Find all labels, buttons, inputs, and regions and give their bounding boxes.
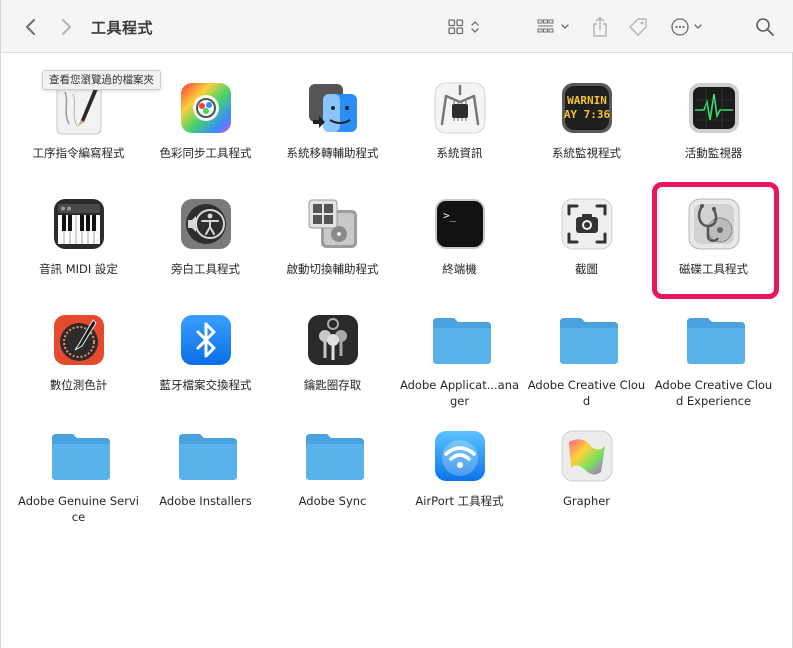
- path-tooltip: 查看您瀏覽過的檔案夾: [42, 70, 161, 90]
- finder-window: 工具程式 查看您瀏覽過的檔案夾 工序指令編寫程式 色彩同步工具程式 系統移轉輔助…: [0, 0, 793, 648]
- item-label: 旁白工具程式: [171, 262, 240, 276]
- folder-item-adobe-genuine-service[interactable]: Adobe Genuine Service: [15, 426, 142, 542]
- grapher-icon: [559, 428, 615, 484]
- migration-assistant-icon: [305, 80, 361, 136]
- app-item-keychain-access[interactable]: 鑰匙圈存取: [269, 310, 396, 426]
- digital-color-meter-icon: [51, 312, 107, 368]
- tag-button[interactable]: [626, 14, 650, 40]
- item-label: 啟動切換輔助程式: [286, 262, 379, 276]
- app-item-console[interactable]: WARNIN AY 7:36 系統監視程式: [523, 78, 650, 194]
- app-item-system-information[interactable]: 系統資訊: [396, 78, 523, 194]
- app-item-migration-assistant[interactable]: 系統移轉輔助程式: [269, 78, 396, 194]
- system-information-icon: [432, 80, 488, 136]
- app-item-voiceover[interactable]: 旁白工具程式: [142, 194, 269, 310]
- folder-item-adobe-creative-cloud-experience[interactable]: Adobe Creative Cloud Experience: [650, 310, 777, 426]
- app-item-screenshot[interactable]: 截圖: [523, 194, 650, 310]
- item-label: 數位測色計: [49, 378, 108, 392]
- grid-view-icon: [448, 19, 479, 35]
- item-label: 系統移轉輔助程式: [286, 146, 379, 160]
- audio-midi-icon: [51, 196, 107, 252]
- share-icon: [593, 16, 607, 37]
- window-title: 工具程式: [91, 19, 154, 37]
- folder-item-adobe-creative-cloud[interactable]: Adobe Creative Cloud: [523, 310, 650, 426]
- console-screen-line-2: AY 7:36: [563, 108, 610, 121]
- voiceover-icon: [178, 196, 234, 252]
- item-label: 音訊 MIDI 設定: [39, 262, 118, 276]
- highlight-box: [652, 182, 779, 299]
- back-button[interactable]: [21, 14, 41, 40]
- item-label: Adobe Genuine Service: [18, 494, 139, 524]
- keychain-icon: [305, 312, 361, 368]
- item-label: 藍牙檔案交換程式: [159, 378, 252, 392]
- colorsync-icon: [178, 80, 234, 136]
- item-label: 鑰匙圈存取: [303, 378, 362, 392]
- app-item-activity-monitor[interactable]: 活動監視器: [650, 78, 777, 194]
- app-item-audio-midi[interactable]: 音訊 MIDI 設定: [15, 194, 142, 310]
- app-item-bluetooth-file-exchange[interactable]: 藍牙檔案交換程式: [142, 310, 269, 426]
- item-label: Adobe Sync: [298, 494, 367, 508]
- terminal-prompt-text: >_: [443, 209, 457, 222]
- item-label: Adobe Installers: [159, 494, 252, 508]
- screenshot-icon: [559, 196, 615, 252]
- folder-item-adobe-application-manager[interactable]: Adobe Applicat...anager: [396, 310, 523, 426]
- app-item-script-editor[interactable]: 工序指令編寫程式: [15, 78, 142, 194]
- item-label: 系統資訊: [436, 146, 483, 160]
- folder-icon: [559, 312, 618, 368]
- folder-item-adobe-sync[interactable]: Adobe Sync: [269, 426, 396, 542]
- toolbar: 工具程式: [1, 0, 793, 53]
- folder-icon: [432, 312, 491, 368]
- app-item-terminal[interactable]: >_ 終端機: [396, 194, 523, 310]
- folder-icon: [305, 428, 364, 484]
- terminal-icon: >_: [432, 196, 488, 252]
- folder-icon: [178, 428, 237, 484]
- item-label: 終端機: [442, 262, 477, 276]
- app-item-colorsync[interactable]: 色彩同步工具程式: [142, 78, 269, 194]
- chevron-left-icon: [26, 19, 35, 35]
- item-label: Adobe Creative Cloud Experience: [654, 378, 773, 408]
- ellipsis-circle-icon: [671, 18, 702, 36]
- chevron-right-icon: [62, 19, 71, 35]
- item-label: 工序指令編寫程式: [32, 146, 125, 160]
- tag-icon: [629, 18, 647, 36]
- bluetooth-icon: [178, 312, 234, 368]
- app-item-digital-color-meter[interactable]: 數位測色計: [15, 310, 142, 426]
- item-label: Adobe Applicat...anager: [399, 378, 520, 408]
- console-screen-line-1: WARNIN: [567, 94, 607, 107]
- share-button[interactable]: [589, 14, 611, 40]
- folder-item-adobe-installers[interactable]: Adobe Installers: [142, 426, 269, 542]
- console-icon: WARNIN AY 7:36: [559, 80, 615, 136]
- item-label: 色彩同步工具程式: [159, 146, 252, 160]
- search-button[interactable]: [753, 14, 777, 40]
- app-item-boot-camp[interactable]: 啟動切換輔助程式: [269, 194, 396, 310]
- folder-icon: [686, 312, 745, 368]
- item-label: Grapher: [562, 494, 611, 508]
- group-by-button[interactable]: [534, 14, 574, 40]
- search-icon: [756, 18, 774, 36]
- item-label: 活動監視器: [684, 146, 743, 160]
- forward-button[interactable]: [56, 14, 76, 40]
- action-menu-button[interactable]: [667, 14, 707, 40]
- folder-icon: [51, 428, 110, 484]
- group-by-icon: [537, 19, 569, 33]
- boot-camp-icon: [305, 196, 361, 252]
- airport-icon: [432, 428, 488, 484]
- item-label: AirPort 工具程式: [415, 494, 504, 508]
- item-label: 截圖: [575, 262, 598, 276]
- item-label: Adobe Creative Cloud: [527, 378, 646, 408]
- view-switcher-button[interactable]: [445, 14, 483, 40]
- item-label: 系統監視程式: [552, 146, 621, 160]
- app-item-airport-utility[interactable]: AirPort 工具程式: [396, 426, 523, 542]
- app-item-grapher[interactable]: Grapher: [523, 426, 650, 542]
- activity-monitor-icon: [686, 80, 742, 136]
